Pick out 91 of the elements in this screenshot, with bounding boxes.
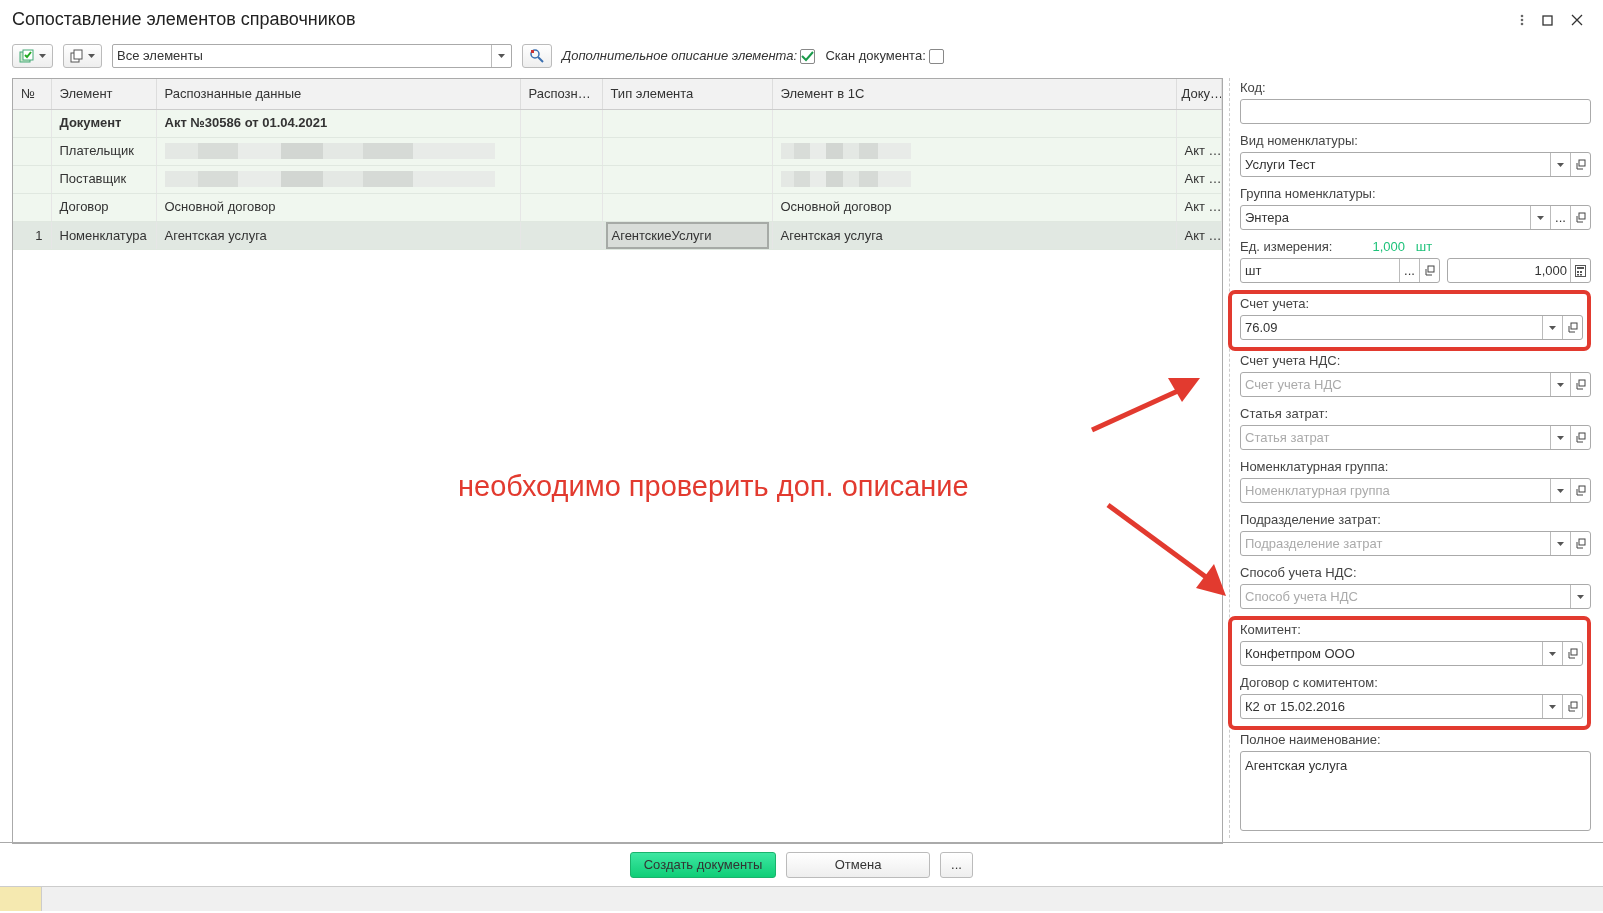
open-icon xyxy=(1575,538,1586,549)
table-cell: 1 xyxy=(35,227,43,243)
more-label: ... xyxy=(1404,261,1415,280)
field-label: Группа номенклатуры: xyxy=(1240,184,1376,203)
unit-field[interactable]: шт ... xyxy=(1240,258,1440,283)
table-cell: Акт … xyxy=(1184,227,1221,243)
checkbox[interactable] xyxy=(800,48,816,64)
select-all-button[interactable] xyxy=(12,44,53,68)
field-label: Вид номенклатуры: xyxy=(1240,131,1358,150)
caret-icon xyxy=(1557,382,1564,387)
close-icon[interactable] xyxy=(1571,14,1583,26)
filter-select[interactable]: Все элементы xyxy=(112,44,512,68)
copy-icon xyxy=(70,49,84,63)
open-icon xyxy=(1575,212,1586,223)
checkbox[interactable] xyxy=(929,48,945,64)
select-field[interactable]: К2 от 15.02.2016 xyxy=(1240,694,1583,719)
table-cell: Акт … xyxy=(1184,143,1221,159)
column-header[interactable]: Распознанные данные xyxy=(156,79,520,109)
field-label: Договор с комитентом: xyxy=(1240,673,1378,692)
column-header[interactable]: Элемент xyxy=(51,79,156,109)
table-cell: Плательщик xyxy=(59,143,134,159)
create-button[interactable]: Создать документы xyxy=(630,851,777,878)
open-icon xyxy=(1575,159,1586,170)
caret-icon xyxy=(1577,594,1584,599)
table-cell: Агентская услуга xyxy=(164,227,267,243)
quantity-field[interactable]: 1,000 xyxy=(1446,258,1591,283)
field-label: Ед. измерения: xyxy=(1240,237,1333,256)
table-cell: Поставщик xyxy=(59,171,127,187)
open-icon xyxy=(1575,379,1586,390)
table-cell: Основной договор xyxy=(780,199,892,215)
column-header[interactable]: Распозн… xyxy=(520,79,602,109)
select-field[interactable]: 76.09 xyxy=(1240,315,1583,340)
checkbox-label: Скан документа: xyxy=(825,47,926,66)
cancel-button[interactable]: Отмена xyxy=(786,851,931,878)
open-icon xyxy=(1575,485,1586,496)
table-cell[interactable]: АгентскиеУслуги xyxy=(605,221,769,249)
field-label: Счет учета НДС: xyxy=(1240,351,1341,370)
field-label: Полное наименование: xyxy=(1240,730,1381,749)
caret-icon xyxy=(1557,488,1564,493)
window-title: Сопоставление элементов справочников xyxy=(12,9,356,31)
annotation-text: необходимо проверить доп. описание xyxy=(458,469,969,504)
caret-icon xyxy=(498,54,505,58)
more-button[interactable]: ... xyxy=(940,851,973,878)
open-icon xyxy=(1575,432,1586,443)
caret-icon xyxy=(1557,541,1564,546)
caret-icon xyxy=(1537,215,1544,220)
caret-icon xyxy=(1549,325,1556,330)
find-button[interactable] xyxy=(522,44,552,68)
column-header[interactable]: Доку… xyxy=(1176,79,1222,109)
caret-icon xyxy=(1557,162,1564,167)
select-field[interactable]: Услуги Тест xyxy=(1240,152,1591,177)
open-icon xyxy=(1424,265,1435,276)
field-label: Подразделение затрат: xyxy=(1240,510,1381,529)
column-header[interactable]: Тип элемента xyxy=(602,79,772,109)
calculator-icon xyxy=(1575,264,1586,277)
more-label: ... xyxy=(1555,208,1566,227)
caret-icon xyxy=(1557,435,1564,440)
more-icon[interactable] xyxy=(1520,14,1524,26)
column-header[interactable]: № xyxy=(13,79,51,109)
field-label: Способ учета НДС: xyxy=(1240,563,1357,582)
column-header[interactable]: Элемент в 1С xyxy=(772,79,1176,109)
table-cell: Номенклатура xyxy=(59,227,147,243)
open-icon xyxy=(1567,648,1578,659)
table-cell: Акт … xyxy=(1184,199,1221,215)
field-label: Код: xyxy=(1240,78,1266,97)
field-label: Счет учета: xyxy=(1240,294,1310,313)
open-icon xyxy=(1567,701,1578,712)
unit-ratio: 1,000 шт xyxy=(1372,237,1433,256)
field-label: Статья затрат: xyxy=(1240,404,1329,423)
checklist-icon xyxy=(19,49,35,63)
table-cell: Акт … xyxy=(1184,171,1221,187)
caret-icon xyxy=(39,54,46,58)
table-cell: Акт №30586 от 01.04.2021 xyxy=(164,115,328,131)
field-label: Комитент: xyxy=(1240,620,1301,639)
caret-icon xyxy=(88,54,95,58)
field-label: Номенклатурная группа: xyxy=(1240,457,1389,476)
select-field[interactable]: Энтера ... xyxy=(1240,205,1591,230)
caret-icon xyxy=(1549,704,1556,709)
find-icon xyxy=(529,48,545,64)
open-icon xyxy=(1567,322,1578,333)
table-cell: Договор xyxy=(59,199,109,215)
checkbox-label: Дополнительное описание элемента: xyxy=(562,47,798,66)
text-area[interactable]: Агентская услуга xyxy=(1240,751,1591,831)
table-cell: Основной договор xyxy=(164,199,276,215)
caret-icon xyxy=(1549,651,1556,656)
maximize-icon[interactable] xyxy=(1542,14,1553,26)
table-cell: Агентская услуга xyxy=(780,227,883,243)
table-cell: Документ xyxy=(59,115,122,131)
input-field[interactable] xyxy=(1240,99,1591,124)
copy-menu-button[interactable] xyxy=(63,44,102,68)
select-field[interactable]: Конфетпром ООО xyxy=(1240,641,1583,666)
